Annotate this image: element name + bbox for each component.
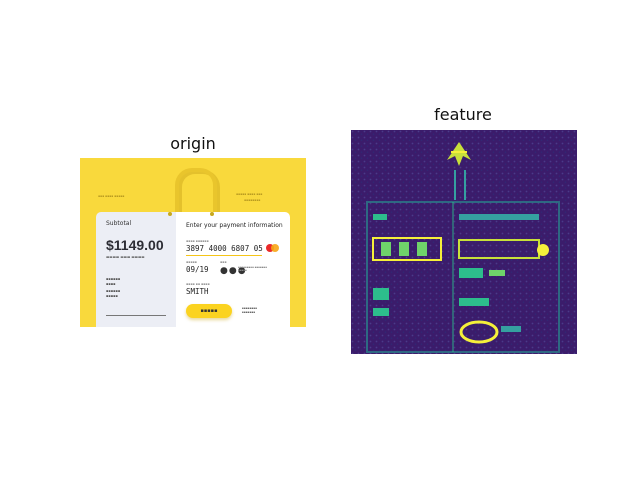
header-right-text: ▪▪▪▪▪ ▪▪▪▪ ▪▪▪: [236, 192, 263, 196]
cvv-label: ▪▪▪: [220, 260, 227, 264]
cvv-help-text: ▪▪▪▪▪▪▪▪▪ ▪▪▪▪▪▪▪ ▪▪▪▪▪: [238, 266, 267, 273]
feature-activation-svg: [351, 130, 577, 354]
payment-heading: Enter your payment information: [186, 222, 283, 229]
footer-link-line: [106, 315, 166, 316]
origin-title: origin: [170, 134, 216, 153]
expiry-input[interactable]: 09/19: [186, 265, 209, 274]
detail-line-1: ▪▪▪▪▪▪: [106, 277, 121, 281]
cardholder-name-input[interactable]: SMITH: [186, 287, 209, 296]
detail-line-2: ▪▪▪▪: [106, 282, 116, 286]
pay-now-button[interactable]: ▪▪▪▪▪: [186, 304, 232, 318]
pay-side-note: ▪▪▪▪▪▪▪▪ ▪▪▪▪▪▪▪: [242, 306, 258, 314]
detail-line-3: ▪▪▪▪▪▪: [106, 289, 121, 293]
detail-line-4: ▪▪▪▪▪: [106, 294, 118, 298]
subtotal-card: [96, 212, 176, 327]
card-number-underline: [186, 255, 262, 256]
ring-hole-right: [210, 212, 214, 216]
feature-map: [351, 130, 577, 354]
card-number-label: ▪▪▪▪ ▪▪▪▪▪▪: [186, 239, 209, 243]
subtotal-label: Subtotal: [106, 220, 132, 227]
name-label: ▪▪▪▪ ▪▪ ▪▪▪▪: [186, 282, 210, 286]
subtotal-amount: $1149.00: [106, 237, 164, 253]
header-left-text: ▪▪▪ ▪▪▪▪ ▪▪▪▪▪: [98, 194, 125, 198]
origin-image: ▪▪▪ ▪▪▪▪ ▪▪▪▪▪ ▪▪▪▪▪ ▪▪▪▪ ▪▪▪ ▪▪▪▪▪▪▪▪ S…: [80, 158, 306, 327]
bag-handle: [175, 168, 217, 214]
ring-hole-left: [168, 212, 172, 216]
card-number-input[interactable]: 3897 4000 6807 05: [186, 244, 263, 253]
feature-title: feature: [434, 105, 492, 124]
mastercard-icon: [266, 244, 280, 253]
amount-caption: ▬▬▬▬ ▬▬▬ ▬▬▬▬: [106, 255, 145, 259]
header-right-text-2: ▪▪▪▪▪▪▪▪: [244, 198, 261, 202]
expiry-label: ▪▪▪▪▪: [186, 260, 197, 264]
